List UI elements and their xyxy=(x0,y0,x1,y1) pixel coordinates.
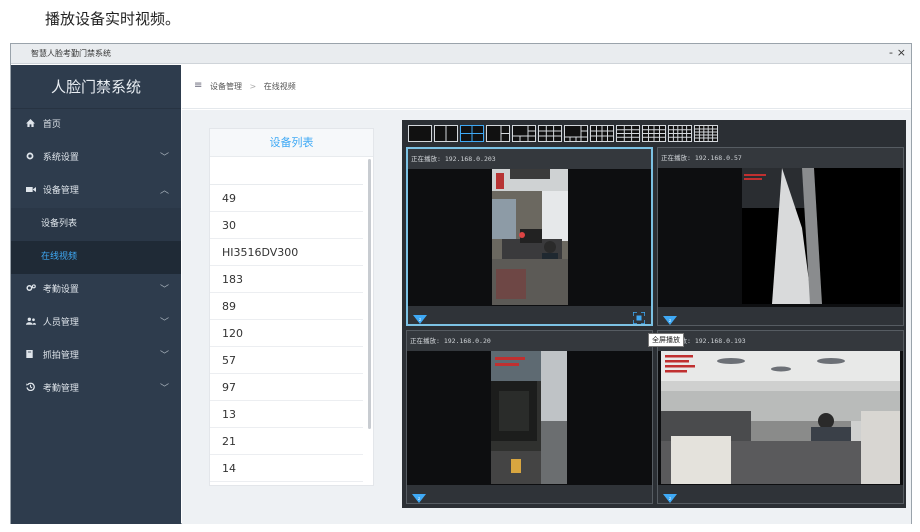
chevron-down-icon: ﹀ xyxy=(159,384,169,394)
video-feed xyxy=(492,169,568,305)
video-pane-label: 正在播放: 192.168.0.20 xyxy=(407,331,652,351)
breadcrumb-parent[interactable]: 设备管理 xyxy=(210,82,242,91)
sidebar-item-label: 设备管理 xyxy=(42,186,79,196)
sidebar-subitem-online-video[interactable]: 在线视频 xyxy=(11,241,181,274)
layout-1-plus-2-button[interactable] xyxy=(486,125,510,142)
users-icon xyxy=(26,307,40,340)
video-pane-toolbar xyxy=(658,485,903,503)
device-list-scrollbar[interactable] xyxy=(368,159,371,429)
fullscreen-icon[interactable] xyxy=(632,309,646,325)
breadcrumb: 设备管理 > 在线视频 xyxy=(210,81,296,92)
device-list-item[interactable]: 21 xyxy=(210,428,363,455)
video-pane-toolbar xyxy=(658,307,903,325)
device-list-item[interactable]: 13 xyxy=(210,401,363,428)
video-feed xyxy=(742,168,900,304)
video-feed xyxy=(491,351,567,484)
layout-4x5-button[interactable] xyxy=(668,125,692,142)
svg-text:z: z xyxy=(418,496,420,501)
video-pane-4[interactable]: 正在播放: 192.168.0.193 z xyxy=(657,330,904,504)
window-title: 智慧人脸考勤门禁系统 xyxy=(31,49,111,58)
chevron-down-icon: ﹀ xyxy=(159,351,169,361)
breadcrumb-current: 在线视频 xyxy=(263,82,296,91)
video-pane-3[interactable]: 正在播放: 192.168.0.20 z xyxy=(406,330,653,504)
chevron-down-icon: ﹀ xyxy=(159,318,169,328)
menu-toggle-icon[interactable]: ≡ xyxy=(194,80,202,91)
device-list-item[interactable]: 120 xyxy=(210,320,363,347)
layout-4x4-button[interactable] xyxy=(642,125,666,142)
sidebar-item-device[interactable]: 设备管理 ︿ xyxy=(11,175,181,208)
stream-status-icon[interactable]: z xyxy=(662,489,678,503)
sidebar-item-label: 考勤管理 xyxy=(42,384,79,394)
video-pane-toolbar xyxy=(407,485,652,503)
stream-status-icon[interactable]: z xyxy=(662,311,678,325)
svg-text:z: z xyxy=(669,496,671,501)
layout-1x2-button[interactable] xyxy=(434,125,458,142)
video-pane-label: 正在播放: 192.168.0.57 xyxy=(658,148,903,168)
sidebar-item-home[interactable]: 首页 xyxy=(11,109,181,142)
app-window: 智慧人脸考勤门禁系统 - × 人脸门禁系统 首页 系统设置 ﹀ 设备管理 ︿ 设… xyxy=(10,43,912,524)
sidebar-brand: 人脸门禁系统 xyxy=(11,65,181,109)
sidebar-item-label: 首页 xyxy=(42,120,61,130)
sidebar-subitem-device-list[interactable]: 设备列表 xyxy=(11,208,181,241)
device-list-item[interactable]: 30 xyxy=(210,212,363,239)
sidebar-item-attendance-management[interactable]: 考勤管理 ﹀ xyxy=(11,373,181,406)
minimize-button[interactable]: - xyxy=(889,46,893,59)
gear-icon xyxy=(26,142,40,175)
video-pane-label: 正在播放: 192.168.0.203 xyxy=(408,149,651,169)
stream-status-icon[interactable]: z xyxy=(411,489,427,503)
top-bar: ≡ 设备管理 > 在线视频 xyxy=(182,65,911,109)
video-pane-toolbar xyxy=(408,306,651,324)
layout-1-plus-5-button[interactable] xyxy=(512,125,536,142)
layout-1x1-button[interactable] xyxy=(408,125,432,142)
sidebar-item-label: 人员管理 xyxy=(42,318,79,328)
video-area: 正在播放: 192.168.0.203 z 正在播放: 192.168.0.57… xyxy=(402,120,906,508)
device-list-item[interactable]: HI3516DV300 xyxy=(210,239,363,266)
layout-3x3-button[interactable] xyxy=(538,125,562,142)
camera-icon xyxy=(26,175,40,208)
sidebar-item-label: 系统设置 xyxy=(42,153,79,163)
sidebar: 人脸门禁系统 首页 系统设置 ﹀ 设备管理 ︿ 设备列表 在线视频 考勤设置 ﹀… xyxy=(11,65,181,524)
device-list-panel: 设备列表 49 30 HI3516DV300 183 89 120 57 97 … xyxy=(209,128,374,486)
sidebar-item-personnel[interactable]: 人员管理 ﹀ xyxy=(11,307,181,340)
svg-text:z: z xyxy=(669,318,671,323)
video-pane-2[interactable]: 正在播放: 192.168.0.57 z xyxy=(657,147,904,326)
sidebar-item-system[interactable]: 系统设置 ﹀ xyxy=(11,142,181,175)
device-list-item[interactable]: 49 xyxy=(210,185,363,212)
device-list-blank-row xyxy=(210,157,363,185)
video-pane-1[interactable]: 正在播放: 192.168.0.203 z xyxy=(406,147,653,326)
fullscreen-tooltip: 全屏播放 xyxy=(648,333,684,347)
device-list-item[interactable]: 89 xyxy=(210,293,363,320)
title-bar: 智慧人脸考勤门禁系统 - × xyxy=(11,44,911,64)
layout-4x3-button[interactable] xyxy=(616,125,640,142)
close-button[interactable]: × xyxy=(897,46,906,59)
chevron-down-icon: ﹀ xyxy=(159,285,169,295)
home-icon xyxy=(26,109,40,142)
book-icon xyxy=(26,340,40,373)
device-list-item[interactable]: 183 xyxy=(210,266,363,293)
layout-1-plus-7-button[interactable] xyxy=(564,125,588,142)
chevron-down-icon: ﹀ xyxy=(159,153,169,163)
video-pane-label: 正在播放: 192.168.0.193 xyxy=(658,331,903,351)
sidebar-item-label: 抓拍管理 xyxy=(42,351,79,361)
device-list-item[interactable]: 97 xyxy=(210,374,363,401)
layout-2x2-button[interactable] xyxy=(460,125,484,142)
device-list-item[interactable]: 14 xyxy=(210,455,363,482)
layout-5x5-button[interactable] xyxy=(694,125,718,142)
video-feed xyxy=(661,351,900,484)
main-content: 设备列表 49 30 HI3516DV300 183 89 120 57 97 … xyxy=(182,110,911,524)
device-list-title: 设备列表 xyxy=(210,129,373,157)
layout-3x4-button[interactable] xyxy=(590,125,614,142)
sidebar-item-label: 考勤设置 xyxy=(42,285,79,295)
svg-text:z: z xyxy=(419,317,421,322)
sidebar-item-capture[interactable]: 抓拍管理 ﹀ xyxy=(11,340,181,373)
instruction-caption: 播放设备实时视频。 xyxy=(45,10,181,28)
breadcrumb-separator: > xyxy=(249,82,257,91)
device-list-item[interactable]: 57 xyxy=(210,347,363,374)
sidebar-item-attendance-settings[interactable]: 考勤设置 ﹀ xyxy=(11,274,181,307)
stream-status-icon[interactable]: z xyxy=(412,310,428,324)
settings-icon xyxy=(26,274,40,307)
history-icon xyxy=(26,373,40,406)
chevron-up-icon: ︿ xyxy=(159,186,169,196)
